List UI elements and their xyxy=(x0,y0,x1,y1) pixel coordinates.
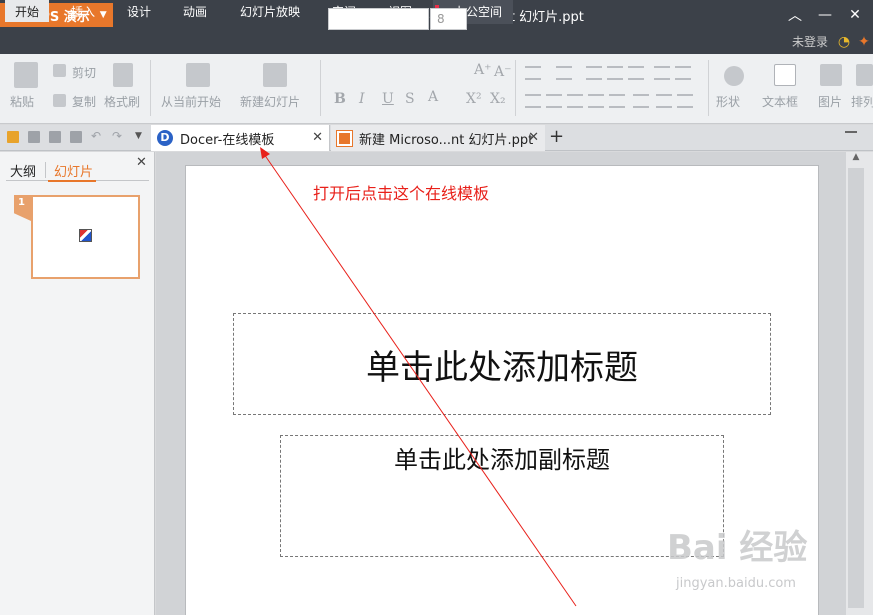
title-placeholder[interactable]: 单击此处添加标题 xyxy=(233,313,771,415)
ppt-file-icon xyxy=(336,129,353,147)
align-center-icon[interactable] xyxy=(546,94,562,108)
tab-slideshow[interactable]: 幻灯片放映 xyxy=(232,0,308,24)
redo-icon[interactable]: ↷ xyxy=(112,129,124,143)
font-name-select[interactable] xyxy=(328,8,429,30)
print-preview-icon[interactable] xyxy=(70,131,82,143)
bold-icon[interactable]: B xyxy=(334,91,346,107)
textbox-button[interactable]: 文本框 xyxy=(762,93,798,110)
columns-icon[interactable] xyxy=(654,66,670,80)
paragraph-spacing-icon[interactable] xyxy=(656,94,672,108)
justify-icon[interactable] xyxy=(588,94,604,108)
subscript-icon[interactable]: X₂ xyxy=(490,91,506,107)
notification-icon[interactable]: ✦ xyxy=(856,34,872,50)
ribbon-divider xyxy=(515,60,516,116)
tab-presentation[interactable]: 新建 Microso...nt 幻灯片.ppt ✕ xyxy=(331,125,545,151)
tab-design[interactable]: 设计 xyxy=(115,0,163,24)
line-spacing-icon[interactable] xyxy=(628,66,644,80)
open-folder-icon[interactable] xyxy=(7,131,19,143)
numbering-icon[interactable] xyxy=(556,66,572,80)
tab-docer-label: Docer-在线模板 xyxy=(180,132,275,148)
italic-icon[interactable]: I xyxy=(359,91,365,107)
slideshow-play-icon[interactable] xyxy=(186,63,210,87)
ribbon-divider xyxy=(150,60,151,116)
align-right-icon[interactable] xyxy=(567,94,583,108)
grow-font-icon[interactable]: A⁺ xyxy=(474,62,492,78)
ribbon-divider xyxy=(320,60,321,116)
subtitle-placeholder[interactable]: 单击此处添加副标题 xyxy=(280,435,724,557)
baidu-watermark-logo: Bai 经验 xyxy=(667,528,808,568)
pane-tab-divider xyxy=(45,162,46,178)
font-color-icon[interactable]: A xyxy=(428,89,438,105)
copy-icon[interactable] xyxy=(53,94,66,107)
tab-list-icon[interactable] xyxy=(845,131,857,143)
decrease-indent-icon[interactable] xyxy=(586,66,602,80)
tab-home[interactable]: 开始 xyxy=(5,0,49,24)
paste-button[interactable]: 粘贴 xyxy=(10,93,34,110)
thumbnail-image-icon xyxy=(79,229,92,242)
docer-icon: D xyxy=(157,130,173,146)
cut-button[interactable]: 剪切 xyxy=(72,64,96,81)
underline-icon[interactable]: U xyxy=(382,91,394,107)
strikethrough-icon[interactable]: S xyxy=(405,91,415,107)
tab-animation[interactable]: 动画 xyxy=(171,0,219,24)
close-tab-icon[interactable]: ✕ xyxy=(528,130,539,145)
close-pane-icon[interactable]: ✕ xyxy=(136,155,147,170)
collapse-ribbon-button[interactable]: ︿ xyxy=(780,0,810,30)
tab-insert[interactable]: 插入 xyxy=(59,0,107,24)
picture-button[interactable]: 图片 xyxy=(818,93,842,110)
menu-bar xyxy=(0,30,873,54)
play-from-current-button[interactable]: 从当前开始 xyxy=(161,93,221,110)
active-tab-indicator xyxy=(48,180,96,182)
bullets-icon[interactable] xyxy=(525,66,541,80)
arrange-icon[interactable] xyxy=(856,64,873,86)
arrange-button[interactable]: 排列 xyxy=(851,93,873,110)
increase-indent-icon[interactable] xyxy=(607,66,623,80)
undo-icon[interactable]: ↶ xyxy=(91,129,103,143)
minimize-button[interactable]: — xyxy=(810,0,840,30)
baidu-watermark-url: jingyan.baidu.com xyxy=(676,576,796,591)
tab-slides[interactable]: 幻灯片 xyxy=(54,161,93,180)
text-align-icon[interactable] xyxy=(677,94,693,108)
tab-outline[interactable]: 大纲 xyxy=(10,161,36,180)
new-slide-button[interactable]: 新建幻灯片 xyxy=(240,93,300,110)
paste-icon[interactable] xyxy=(14,62,38,88)
shape-icon[interactable] xyxy=(724,66,744,86)
skin-icon[interactable]: ◔ xyxy=(836,34,852,50)
scrollbar-thumb[interactable] xyxy=(848,168,864,608)
close-window-button[interactable]: ✕ xyxy=(840,0,870,30)
align-left-icon[interactable] xyxy=(525,94,541,108)
close-tab-icon[interactable]: ✕ xyxy=(312,130,323,145)
login-status[interactable]: 未登录 xyxy=(792,30,828,54)
vertical-align-icon[interactable] xyxy=(633,94,649,108)
tab-docer-online-templates[interactable]: D Docer-在线模板 ✕ xyxy=(151,125,330,151)
text-direction-icon[interactable] xyxy=(675,66,691,80)
scroll-up-icon[interactable]: ▲ xyxy=(846,152,866,166)
distribute-icon[interactable] xyxy=(609,94,625,108)
format-painter-icon[interactable] xyxy=(113,63,133,87)
annotation-text: 打开后点击这个在线模板 xyxy=(313,184,490,203)
format-painter-button[interactable]: 格式刷 xyxy=(104,93,140,110)
save-icon[interactable] xyxy=(28,131,40,143)
shrink-font-icon[interactable]: A⁻ xyxy=(494,64,512,80)
vertical-scrollbar[interactable]: ▲ xyxy=(846,152,873,615)
customize-toolbar-icon[interactable]: ▼ xyxy=(135,131,147,143)
new-slide-icon[interactable] xyxy=(263,63,287,87)
copy-button[interactable]: 复制 xyxy=(72,93,96,110)
textbox-icon[interactable] xyxy=(774,64,796,86)
tab-presentation-label: 新建 Microso...nt 幻灯片.ppt xyxy=(359,132,534,148)
shape-button[interactable]: 形状 xyxy=(716,93,740,110)
picture-icon[interactable] xyxy=(820,64,842,86)
print-icon[interactable] xyxy=(49,131,61,143)
font-size-select[interactable]: 8 xyxy=(430,8,467,30)
scissors-icon[interactable] xyxy=(53,64,66,77)
ribbon-divider xyxy=(708,60,709,116)
new-tab-button[interactable]: + xyxy=(549,127,564,147)
superscript-icon[interactable]: X² xyxy=(466,91,482,107)
